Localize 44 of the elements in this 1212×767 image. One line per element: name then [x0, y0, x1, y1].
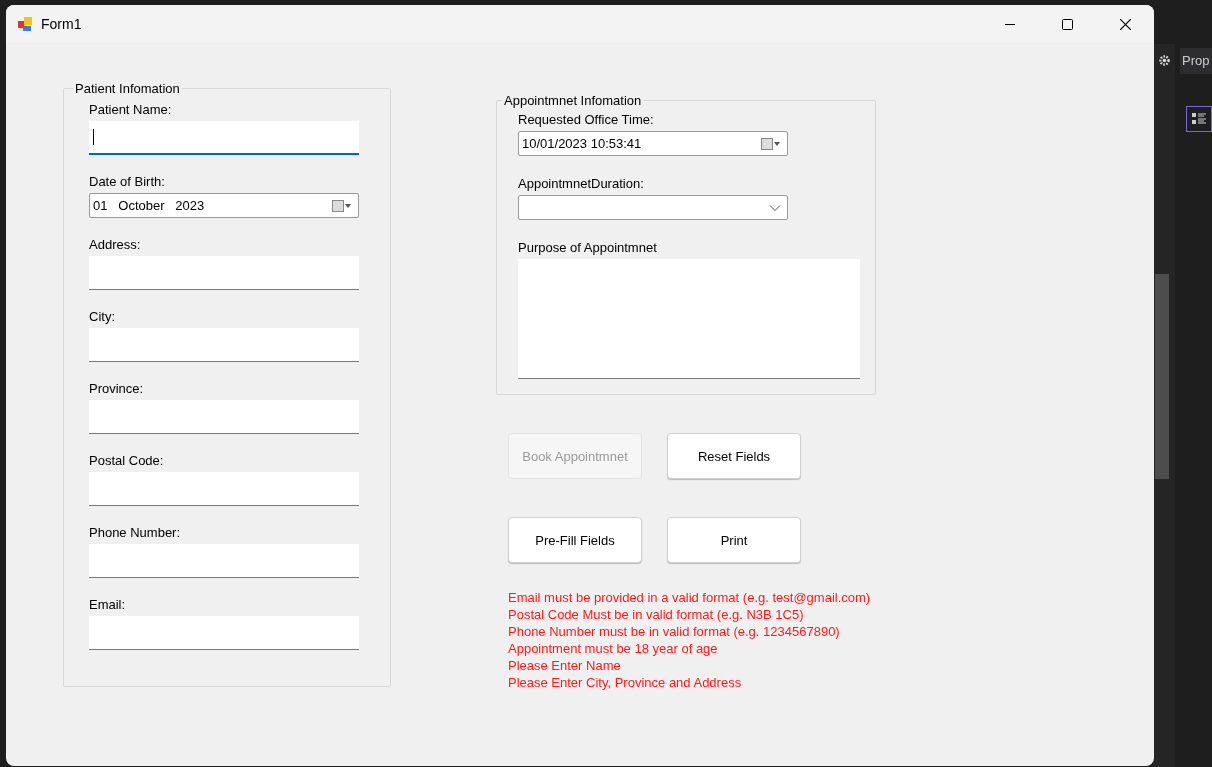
text-field[interactable]: [89, 616, 359, 650]
group-title: Patient Infomation: [74, 81, 181, 96]
error-message: Appointment must be 18 year of age: [508, 640, 719, 657]
calendar-dropdown-icon[interactable]: [761, 137, 781, 150]
field-label: Province:: [89, 381, 145, 397]
dropdown[interactable]: [518, 195, 788, 220]
form-button[interactable]: Pre-Fill Fields: [508, 517, 642, 563]
form-button[interactable]: Reset Fields: [667, 433, 801, 479]
chevron-down-icon[interactable]: [769, 203, 781, 212]
maximize-icon[interactable]: [1062, 18, 1073, 30]
field-label: Phone Number:: [89, 525, 182, 541]
close-icon[interactable]: [1120, 18, 1131, 30]
scrollbar[interactable]: [1155, 274, 1169, 479]
minimize-icon[interactable]: [1005, 23, 1015, 25]
text-field[interactable]: [89, 472, 359, 506]
panel-tab[interactable]: Prop: [1180, 48, 1212, 74]
form-button[interactable]: Print: [667, 517, 801, 563]
field-label: Purpose of Appointmnet: [518, 240, 658, 256]
text-field[interactable]: [89, 400, 359, 434]
error-message: Phone Number must be in valid format (e.g. 1234567890): [508, 623, 841, 640]
text-field[interactable]: [89, 328, 359, 362]
date-picker[interactable]: 01 October 2023: [89, 193, 359, 218]
field-label: AppointmnetDuration:: [518, 176, 645, 192]
field-label: Email:: [89, 597, 127, 613]
field-label: Requested Office Time:: [518, 112, 655, 128]
error-message: Please Enter Name: [508, 657, 622, 674]
field-label: Address:: [89, 237, 142, 253]
field-label: Date of Birth:: [89, 174, 166, 190]
settings-icon[interactable]: [1158, 54, 1171, 67]
window-title: Form1: [41, 16, 82, 32]
field-label: Postal Code:: [89, 453, 165, 469]
field-label: Patient Name:: [89, 102, 173, 118]
date-picker[interactable]: 10/01/2023 10:53:41: [518, 131, 788, 156]
property-grid-icon[interactable]: [1186, 106, 1212, 132]
field-label: City:: [89, 309, 116, 325]
error-message: Postal Code Must be in valid format (e.g. N3B 1C5): [508, 606, 805, 623]
text-field[interactable]: [89, 121, 359, 155]
calendar-dropdown-icon[interactable]: [332, 199, 352, 212]
error-message: Please Enter City, Province and Address: [508, 674, 743, 691]
text-field[interactable]: [89, 256, 359, 290]
text-field[interactable]: [89, 544, 359, 578]
error-message: Email must be provided in a valid format (e.g. test@gmail.com): [508, 589, 872, 606]
form-icon: [17, 16, 33, 32]
group-title: Appointmnet Infomation: [503, 93, 643, 108]
